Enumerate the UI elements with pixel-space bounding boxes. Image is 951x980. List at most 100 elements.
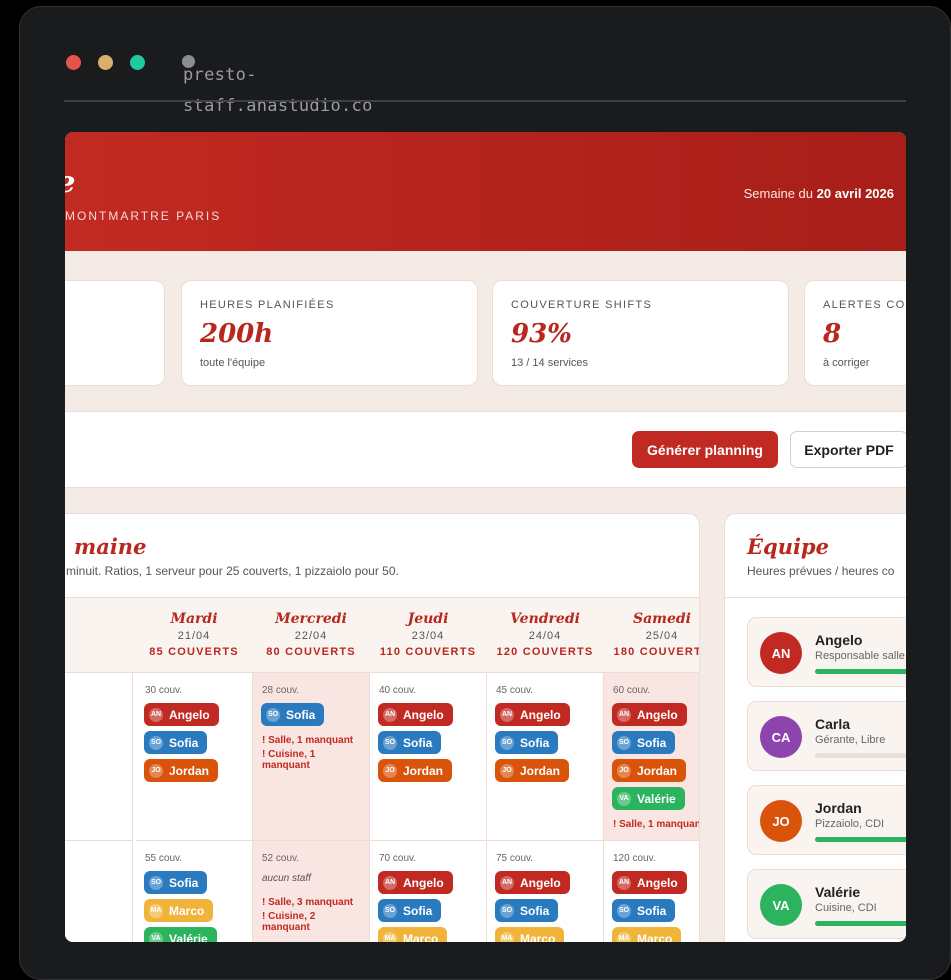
staff-chip[interactable]: SO Sofia — [495, 899, 559, 922]
generate-planning-button[interactable]: Générer planning — [632, 431, 778, 468]
staff-initials: SO — [383, 903, 397, 918]
day-covers: 110 COUVERTS — [379, 646, 477, 658]
staff-name: Sofia — [637, 735, 667, 750]
staff-chip[interactable]: JO Jordan — [612, 759, 687, 782]
staff-chip[interactable]: VA Valérie — [144, 927, 217, 942]
planning-cell[interactable]: 120 couv. AN Angelo SO Sofia MA Marco — [604, 841, 699, 942]
staff-chip[interactable]: SO Sofia — [144, 871, 208, 894]
staff-chip[interactable]: MA Marco — [378, 927, 448, 942]
planning-cell[interactable]: 28 couv. SO Sofia ! Salle, 1 manquant ! Cuis… — [253, 673, 370, 841]
member-role: Gérante, Libre — [815, 734, 886, 746]
export-pdf-button[interactable]: Exporter PDF — [790, 431, 906, 468]
kpi-card-coverage: COUVERTURE SHIFTS 93% 13 / 14 services — [492, 280, 789, 386]
staff-chip[interactable]: SO Sofia — [144, 731, 208, 754]
planning-cell[interactable]: 52 couv. aucun staff ! Salle, 3 manquant ! … — [253, 841, 370, 942]
kpi-sub: toute l'équipe — [200, 357, 266, 369]
day-header: Mardi 21/04 85 COUVERTS — [136, 598, 252, 673]
staff-chip[interactable]: MA Marco — [495, 927, 565, 942]
day-header: Mercredi 22/04 80 COUVERTS — [253, 598, 369, 673]
no-staff-label: aucun staff — [262, 873, 311, 884]
team-member-card[interactable]: AN Angelo Responsable salle — [747, 617, 906, 687]
staff-chip[interactable]: AN Angelo — [144, 703, 219, 726]
member-name: Carla — [815, 716, 851, 732]
staff-name: Sofia — [520, 903, 550, 918]
kpi-sub: à corriger — [823, 357, 870, 369]
staff-chip[interactable]: JO Jordan — [378, 759, 453, 782]
staff-initials: MA — [617, 931, 631, 942]
staff-chip[interactable]: AN Angelo — [495, 703, 570, 726]
staff-name: Sofia — [286, 707, 316, 722]
day-covers: 85 COUVERTS — [149, 646, 239, 658]
team-member-card[interactable]: VA Valérie Cuisine, CDI — [747, 869, 906, 939]
team-member-card[interactable]: CA Carla Gérante, Libre — [747, 701, 906, 771]
hours-progress-fill — [815, 921, 906, 926]
hours-progress-bar — [815, 837, 906, 842]
staff-initials: MA — [383, 931, 397, 942]
day-date: 21/04 — [177, 630, 211, 642]
planning-cell[interactable]: 30 couv. AN Angelo SO Sofia JO Jordan — [136, 673, 253, 841]
cell-covers: 28 couv. — [262, 685, 300, 696]
kpi-value: 93% — [511, 319, 572, 349]
team-subtitle: Heures prévues / heures co — [747, 564, 895, 578]
staff-chip[interactable]: AN Angelo — [378, 871, 453, 894]
minimize-window-dot[interactable] — [98, 55, 113, 70]
cell-covers: 40 couv. — [379, 685, 417, 696]
maximize-window-dot[interactable] — [130, 55, 145, 70]
planning-cell[interactable]: 40 couv. AN Angelo SO Sofia JO Jordan — [370, 673, 487, 841]
staff-chip[interactable]: JO Jordan — [495, 759, 570, 782]
staff-chip[interactable]: SO Sofia — [612, 731, 676, 754]
kpi-card-partial — [65, 280, 165, 386]
staff-name: Jordan — [637, 763, 678, 778]
planning-cell[interactable]: 75 couv. AN Angelo SO Sofia MA Marco — [487, 841, 604, 942]
team-member-card[interactable]: JO Jordan Pizzaiolo, CDI — [747, 785, 906, 855]
staff-name: Angelo — [403, 707, 444, 722]
staff-chip[interactable]: SO Sofia — [495, 731, 559, 754]
staff-chip[interactable]: AN Angelo — [378, 703, 453, 726]
staff-name: Sofia — [520, 735, 550, 750]
staff-chip[interactable]: SO Sofia — [261, 703, 325, 726]
staff-chip[interactable]: AN Angelo — [612, 703, 687, 726]
planning-cell[interactable]: 70 couv. AN Angelo SO Sofia MA Marco — [370, 841, 487, 942]
coverage-alert: ! Salle, 1 manquant — [262, 735, 354, 746]
staff-initials: AN — [617, 707, 631, 722]
staff-initials: JO — [149, 763, 163, 778]
staff-chip[interactable]: MA Marco — [144, 899, 214, 922]
staff-chip[interactable]: SO Sofia — [378, 899, 442, 922]
cell-covers: 45 couv. — [496, 685, 534, 696]
staff-initials: SO — [617, 735, 631, 750]
avatar: CA — [760, 716, 802, 758]
cell-covers: 60 couv. — [613, 685, 651, 696]
team-title: Équipe — [747, 534, 829, 559]
staff-name: Angelo — [637, 707, 678, 722]
staff-chip[interactable]: VA Valérie — [612, 787, 685, 810]
staff-initials: SO — [500, 735, 514, 750]
app-header: le MONTMARTRE PARIS Semaine du 20 avril … — [65, 132, 906, 251]
staff-chip[interactable]: SO Sofia — [378, 731, 442, 754]
kpi-label: HEURES PLANIFIÉES — [200, 299, 335, 311]
divider — [725, 597, 906, 598]
kpi-sub: 13 / 14 services — [511, 357, 589, 369]
staff-initials: MA — [500, 931, 514, 942]
staff-chip[interactable]: AN Angelo — [612, 871, 687, 894]
day-name: Vendredi — [510, 611, 580, 627]
kpi-label: COUVERTURE SHIFTS — [511, 299, 653, 311]
staff-chip[interactable]: AN Angelo — [495, 871, 570, 894]
planning-cell[interactable]: 60 couv. AN Angelo SO Sofia JO Jordan VA Valérie… — [604, 673, 699, 841]
planning-cell[interactable]: 45 couv. AN Angelo SO Sofia JO Jordan — [487, 673, 604, 841]
avatar: JO — [760, 800, 802, 842]
staff-initials: SO — [149, 875, 163, 890]
staff-chip[interactable]: JO Jordan — [144, 759, 219, 782]
planning-cell[interactable]: 55 couv. SO Sofia MA Marco VA Valérie — [136, 841, 253, 942]
staff-initials: MA — [149, 903, 163, 918]
address-bar-url[interactable]: presto-staff.anastudio.co — [183, 60, 443, 122]
cell-covers: 30 couv. — [145, 685, 183, 696]
staff-initials: JO — [500, 763, 514, 778]
staff-chip[interactable]: SO Sofia — [612, 899, 676, 922]
staff-initials: SO — [617, 903, 631, 918]
staff-name: Jordan — [520, 763, 561, 778]
staff-chip[interactable]: MA Marco — [612, 927, 682, 942]
staff-name: Sofia — [169, 735, 199, 750]
day-name: Samedi — [632, 611, 691, 627]
day-date: 23/04 — [411, 630, 445, 642]
close-window-dot[interactable] — [66, 55, 81, 70]
